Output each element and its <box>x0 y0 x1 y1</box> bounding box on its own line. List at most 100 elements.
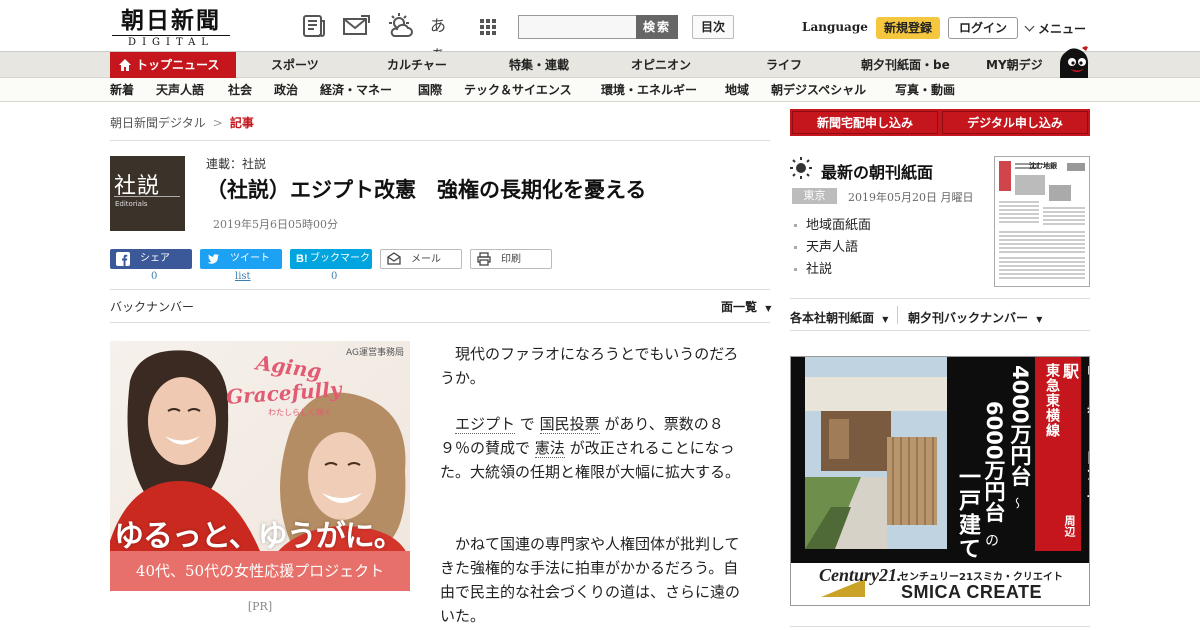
nav-opinion[interactable]: オピニオン <box>631 52 691 78</box>
edition-link-editorial[interactable]: 社説 <box>794 258 832 277</box>
nav-environment[interactable]: 環境・エネルギー <box>601 78 697 102</box>
logo-sub: DIGITAL <box>112 35 230 49</box>
keyword-link-referendum[interactable]: 国民投票 <box>539 415 600 434</box>
article-paragraph: エジプト で 国民投票 があり、票数の８９％の賛成で 憲法 が改正されることにな… <box>440 412 752 484</box>
backnumber-dropdown-label: 朝夕刊バックナンバー <box>908 311 1029 325</box>
nav-features[interactable]: 特集・連載 <box>509 52 569 78</box>
page-list-dropdown[interactable]: 面一覧 ▼ <box>721 298 771 315</box>
primary-nav: トップニュース スポーツ カルチャー 特集・連載 オピニオン ライフ 朝夕刊紙面… <box>0 52 1200 78</box>
facebook-count: 0 <box>151 271 158 282</box>
twitter-share-button[interactable]: ツイート <box>200 249 282 269</box>
home-icon <box>119 59 131 71</box>
article-date: 2019年5月6日05時00分 <box>213 218 338 231</box>
print-icon <box>477 252 491 266</box>
series-label[interactable]: 連載：社説 <box>206 155 266 172</box>
ad-particle: の <box>983 533 999 547</box>
facebook-share-button[interactable]: シェア <box>110 249 192 269</box>
hatena-bookmark-button[interactable]: B! ブックマーク <box>290 249 372 269</box>
nav-local[interactable]: 地域 <box>725 78 749 102</box>
print-button[interactable]: 印刷 <box>470 249 552 269</box>
mail-share-button[interactable]: メール <box>380 249 462 269</box>
search-button[interactable]: 検索 <box>636 15 678 39</box>
ad-headline: ゆるっと、ゆうがに。 <box>114 519 404 554</box>
divider <box>897 306 898 324</box>
nav-tech[interactable]: テック＆サイエンス <box>464 78 572 102</box>
nav-top-news[interactable]: トップニュース <box>110 52 236 78</box>
nav-culture[interactable]: カルチャー <box>387 52 447 78</box>
advertisement-right[interactable]: 東急東横線 中目黒・自由が丘駅 周辺 4000万円台 〜 6000万円台 の 一… <box>790 356 1090 606</box>
nav-my-asahi[interactable]: MY朝デジ <box>986 52 1043 78</box>
toc-button[interactable]: 目次 <box>692 15 734 39</box>
login-button[interactable]: ログイン <box>948 17 1018 39</box>
nav-top-label: トップニュース <box>136 58 220 72</box>
language-link[interactable]: Language <box>802 20 868 34</box>
badge-sub: Editorials <box>115 200 148 208</box>
breadcrumb: 朝日新聞デジタル > 記事 <box>110 114 254 131</box>
ad-banner: 40代、50代の女性応援プロジェクト <box>110 551 410 591</box>
breadcrumb-current: 記事 <box>229 116 254 130</box>
badge-rule <box>114 196 180 197</box>
mascot-icon[interactable] <box>1052 44 1092 80</box>
bullet <box>794 246 797 249</box>
menu-button[interactable]: メニュー <box>1024 20 1087 37</box>
ad-brand-en: SMICA CREATE <box>901 582 1042 602</box>
edition-area-badge[interactable]: 東京 <box>792 188 837 204</box>
nav-latest[interactable]: 新着 <box>110 78 134 102</box>
bullet <box>794 224 797 227</box>
nav-world[interactable]: 国際 <box>418 78 442 102</box>
divider <box>790 298 1090 299</box>
nav-sports[interactable]: スポーツ <box>271 52 319 78</box>
ad-house-type: 一戸建て <box>955 465 980 561</box>
breadcrumb-separator: > <box>212 116 223 130</box>
hatena-icon: B! <box>296 253 308 265</box>
nav-paper[interactable]: 朝夕刊紙面・be <box>861 52 950 78</box>
editorial-badge[interactable]: 社説 Editorials <box>110 156 185 231</box>
newspaper-thumbnail[interactable]: 沈む地銀 <box>994 156 1090 287</box>
nav-life[interactable]: ライフ <box>766 52 802 78</box>
divider <box>790 330 1090 331</box>
hatena-count: 0 <box>331 271 338 282</box>
regional-edition-label: 各本社朝刊紙面 <box>790 311 875 325</box>
menu-label: メニュー <box>1038 22 1087 36</box>
font-size-icon[interactable]: あぁ <box>430 12 460 63</box>
grid-icon[interactable] <box>478 12 506 40</box>
ad-price-2: 6000万円台 <box>982 401 1006 523</box>
caret-down-icon: ▼ <box>765 304 772 313</box>
ad-brand-logo: Century21. <box>819 565 902 585</box>
newspaper-icon[interactable] <box>300 12 328 40</box>
divider <box>110 140 770 141</box>
backnumber-dropdown[interactable]: 朝夕刊バックナンバー ▼ <box>908 309 1042 326</box>
ad-brand-jp: センチュリー21スミカ・クリエイト <box>899 572 1063 583</box>
divider <box>110 289 770 290</box>
breadcrumb-home[interactable]: 朝日新聞デジタル <box>110 116 206 130</box>
search-input[interactable] <box>518 15 638 39</box>
home-delivery-button[interactable]: 新聞宅配申し込み <box>790 109 940 136</box>
backnumber-link[interactable]: バックナンバー <box>110 298 194 315</box>
mail-icon[interactable] <box>342 12 370 40</box>
divider <box>790 626 1090 627</box>
register-button[interactable]: 新規登録 <box>876 17 940 39</box>
nav-economy[interactable]: 経済・マネー <box>320 78 392 102</box>
keyword-link-constitution[interactable]: 憲法 <box>534 439 565 458</box>
edition-link-tensei[interactable]: 天声人語 <box>794 236 858 255</box>
nav-society[interactable]: 社会 <box>228 78 252 102</box>
keyword-link-egypt[interactable]: エジプト <box>455 415 516 434</box>
weather-icon[interactable] <box>386 12 414 40</box>
print-label: 印刷 <box>501 254 521 265</box>
nav-politics[interactable]: 政治 <box>274 78 298 102</box>
edition-link-local[interactable]: 地域面紙面 <box>794 214 871 233</box>
advertisement-left[interactable]: AG運営事務局 Aging Gracefully わたしらしく輝く ゆるっと、ゆ… <box>110 341 410 591</box>
nav-special[interactable]: 朝デジスペシャル <box>771 78 866 102</box>
site-logo[interactable]: 朝日新聞 DIGITAL <box>112 8 230 48</box>
edition-date: 2019年05月20日 月曜日 <box>848 191 974 204</box>
ad-price-1: 4000万円台 <box>1008 365 1032 487</box>
facebook-label: シェア <box>140 253 170 264</box>
regional-edition-dropdown[interactable]: 各本社朝刊紙面 ▼ <box>790 309 888 326</box>
twitter-list-link[interactable]: list <box>235 271 251 282</box>
caret-down-icon: ▼ <box>1036 315 1043 324</box>
latest-edition-title[interactable]: 最新の朝刊紙面 <box>821 159 933 183</box>
mail-label: メール <box>411 254 441 265</box>
nav-tensei[interactable]: 天声人語 <box>156 78 204 102</box>
digital-subscribe-button[interactable]: デジタル申し込み <box>940 109 1090 136</box>
nav-photo[interactable]: 写真・動画 <box>895 78 955 102</box>
